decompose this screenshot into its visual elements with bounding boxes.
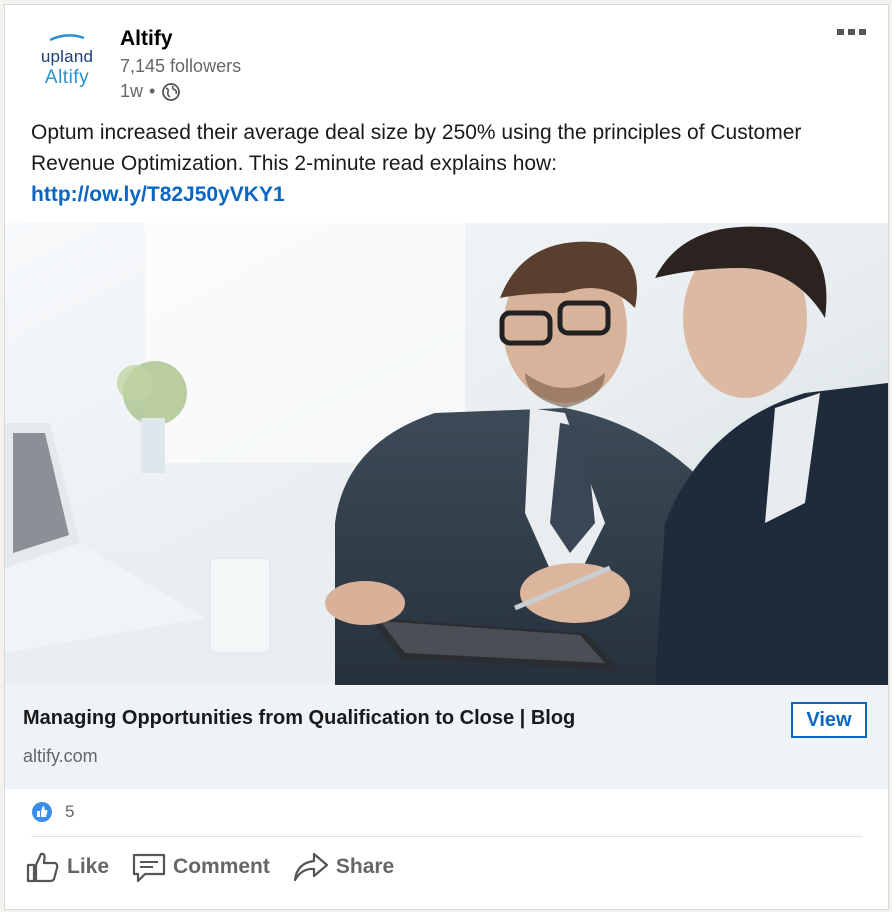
comment-button[interactable]: Comment (131, 850, 270, 884)
more-options-button[interactable] (837, 29, 866, 35)
logo-upland-text: upland (40, 47, 94, 66)
business-meeting-photo (5, 223, 888, 685)
feed-post-card: upland Altify Altify 7,145 followers 1w … (4, 4, 889, 910)
post-header: upland Altify Altify 7,145 followers 1w … (5, 5, 888, 115)
company-name-link[interactable]: Altify (120, 27, 173, 51)
comment-icon (132, 853, 166, 883)
company-logo[interactable]: upland Altify (27, 23, 107, 95)
reaction-summary[interactable]: 5 (31, 801, 74, 823)
reaction-count: 5 (65, 802, 75, 821)
like-label: Like (67, 855, 110, 878)
follower-count: 7,145 followers (120, 56, 242, 76)
share-button[interactable]: Share (292, 850, 394, 884)
post-body-text: Optum increased their average deal size … (31, 121, 802, 175)
link-preview-domain: altify.com (23, 746, 98, 766)
meta-separator: • (149, 81, 156, 101)
globe-icon (162, 82, 181, 101)
more-icon-dot (848, 29, 855, 35)
like-button[interactable]: Like (25, 850, 109, 884)
more-icon-dot (859, 29, 866, 35)
logo-altify-text: Altify (44, 67, 90, 88)
more-icon (837, 29, 844, 35)
social-action-bar: Like Comment Share (25, 850, 416, 884)
share-label: Share (335, 855, 395, 878)
post-meta: 1w • (120, 81, 181, 102)
link-preview-title[interactable]: Managing Opportunities from Qualificatio… (23, 707, 575, 730)
link-preview[interactable]: Managing Opportunities from Qualificatio… (5, 685, 888, 789)
view-button[interactable]: View (791, 702, 867, 738)
logo-swoosh-icon (49, 34, 85, 42)
article-image[interactable] (5, 223, 888, 685)
thumbs-up-icon (26, 852, 59, 883)
comment-label: Comment (173, 855, 270, 878)
action-divider (31, 836, 862, 837)
share-arrow-icon (293, 852, 328, 882)
like-reaction-icon (32, 802, 52, 822)
post-body: Optum increased their average deal size … (31, 117, 861, 210)
post-age: 1w (120, 81, 144, 101)
post-link[interactable]: http://ow.ly/T82J50yVKY1 (31, 183, 285, 206)
